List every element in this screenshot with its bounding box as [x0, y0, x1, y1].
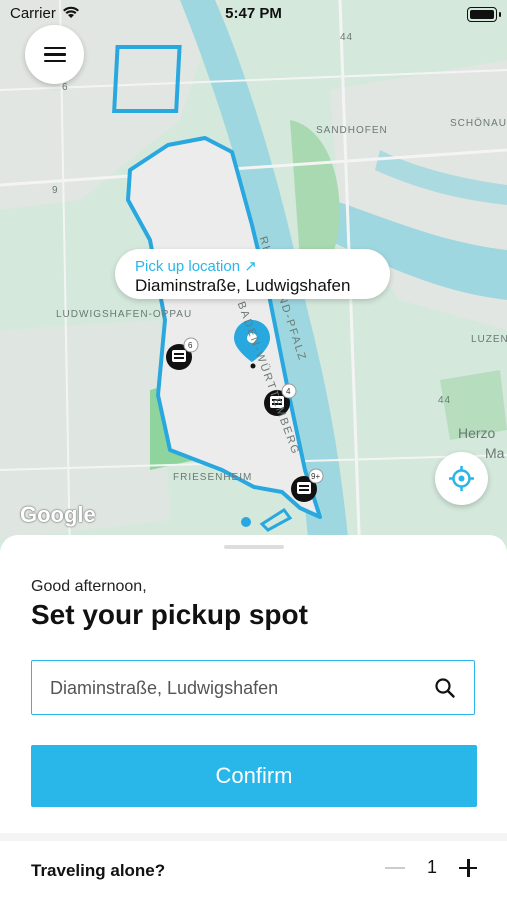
map-label-herzog: Herzo	[458, 425, 496, 441]
menu-button[interactable]	[25, 25, 84, 84]
traveling-alone-label: Traveling alone?	[31, 861, 166, 880]
locate-me-button[interactable]	[435, 452, 488, 505]
map-label-ludwigshafen-oppau: LUDWIGSHAFEN-OPPAU	[56, 309, 193, 320]
google-logo: Google	[20, 502, 96, 527]
map-label-schonau: SCHÖNAU	[450, 118, 507, 129]
sheet-drag-handle[interactable]	[224, 545, 284, 549]
pickup-location-label: Pick up location ↗	[135, 258, 257, 275]
page-title: Set your pickup spot	[31, 599, 308, 630]
pickup-location-bubble[interactable]: Pick up location ↗ Diaminstraße, Ludwigs…	[115, 249, 390, 299]
battery-icon	[467, 7, 501, 22]
pickup-search-value[interactable]: Diaminstraße, Ludwigshafen	[50, 678, 278, 699]
map-label-friesenheim: FRIESENHEIM	[173, 472, 253, 483]
decrement-button[interactable]	[384, 866, 405, 869]
passenger-stepper[interactable]: 1	[384, 857, 477, 878]
increment-button[interactable]	[459, 858, 477, 877]
road-label-9: 9	[52, 185, 59, 196]
road-label-6: 6	[62, 82, 69, 93]
status-bar: Carrier 5:47 PM	[0, 0, 507, 28]
pickup-location-address: Diaminstraße, Ludwigshafen	[135, 276, 351, 295]
crosshair-icon	[449, 466, 474, 491]
vehicle-badge: 6	[188, 341, 193, 350]
search-icon[interactable]	[434, 677, 456, 699]
bottom-sheet: Good afternoon, Set your pickup spot Dia…	[0, 535, 507, 900]
map-label-sandhofen: SANDHOFEN	[316, 125, 388, 136]
section-divider	[0, 833, 507, 841]
status-time: 5:47 PM	[225, 5, 282, 22]
road-label-44-right: 44	[438, 395, 452, 406]
map-view[interactable]: SANDHOFEN SCHÖNAU LUDWIGSHAFEN-OPPAU FRI…	[0, 0, 507, 560]
road-label-44-top: 44	[340, 32, 354, 43]
hamburger-icon	[43, 43, 66, 67]
pickup-search-field[interactable]: Diaminstraße, Ludwigshafen	[31, 660, 475, 715]
vehicle-badge: 4	[286, 387, 291, 396]
passenger-count: 1	[426, 857, 437, 877]
confirm-button[interactable]: Confirm	[31, 745, 477, 807]
map-label-luzen: LUZEN	[471, 334, 507, 345]
vehicle-badge: 9+	[311, 472, 321, 481]
greeting-text: Good afternoon,	[31, 578, 147, 595]
